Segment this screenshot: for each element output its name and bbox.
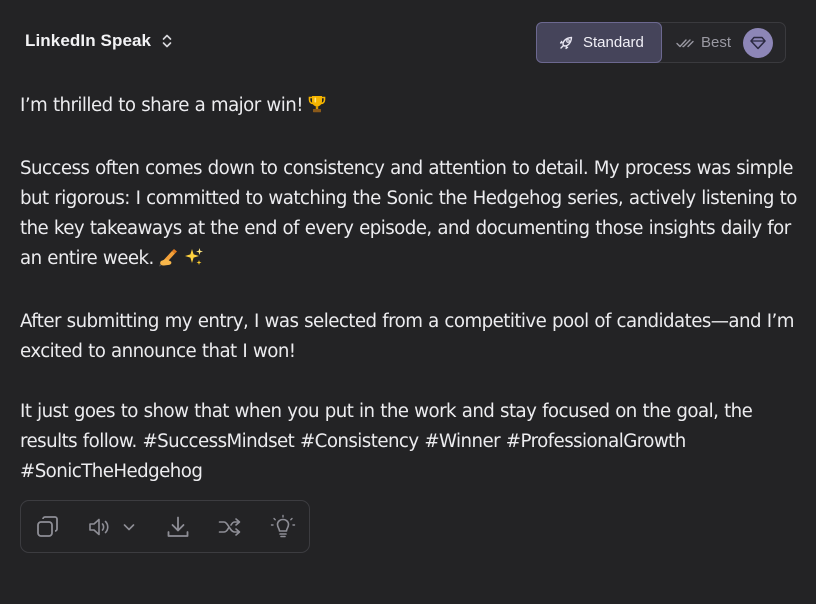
post-paragraph: I’m thrilled to share a major win! [20,91,800,124]
tone-selector[interactable]: LinkedIn Speak [25,31,173,51]
speaker-icon [86,514,112,540]
copy-icon [35,514,61,540]
rocket-icon [558,35,574,51]
writing-hand-emoji [158,247,180,277]
trophy-emoji [307,94,327,124]
post-paragraph: Success often comes down to consistency … [20,154,800,277]
generated-post: I’m thrilled to share a major win! Succe… [20,91,800,517]
post-text: I’m thrilled to share a major win! [20,95,304,116]
double-check-icon [676,37,694,49]
standard-mode-label: Standard [583,34,644,51]
regenerate-shuffle-button[interactable] [217,514,243,540]
lightbulb-icon [270,514,296,540]
app-header: LinkedIn Speak Standard Best [0,0,816,86]
chevron-up-down-icon [161,31,173,51]
voice-dropdown-button[interactable] [122,514,136,540]
download-icon [165,514,191,540]
chevron-down-icon [122,520,136,534]
best-mode-button[interactable]: Best [662,23,785,62]
standard-mode-button[interactable]: Standard [536,22,662,63]
copy-button[interactable] [35,514,61,540]
post-paragraph: After submitting my entry, I was selecte… [20,311,795,362]
gem-icon [743,27,774,58]
read-aloud-button[interactable] [86,514,112,540]
quality-mode-toggle: Standard Best [536,22,786,63]
shuffle-icon [217,514,243,540]
download-button[interactable] [165,514,191,540]
post-paragraph: It just goes to show that when you put i… [20,401,753,482]
tone-title: LinkedIn Speak [25,31,152,50]
best-mode-label: Best [701,34,732,51]
sparkles-emoji [184,247,204,277]
ideas-button[interactable] [270,514,296,540]
post-text: Success often comes down to consistency … [20,158,797,269]
response-action-bar [20,500,310,553]
